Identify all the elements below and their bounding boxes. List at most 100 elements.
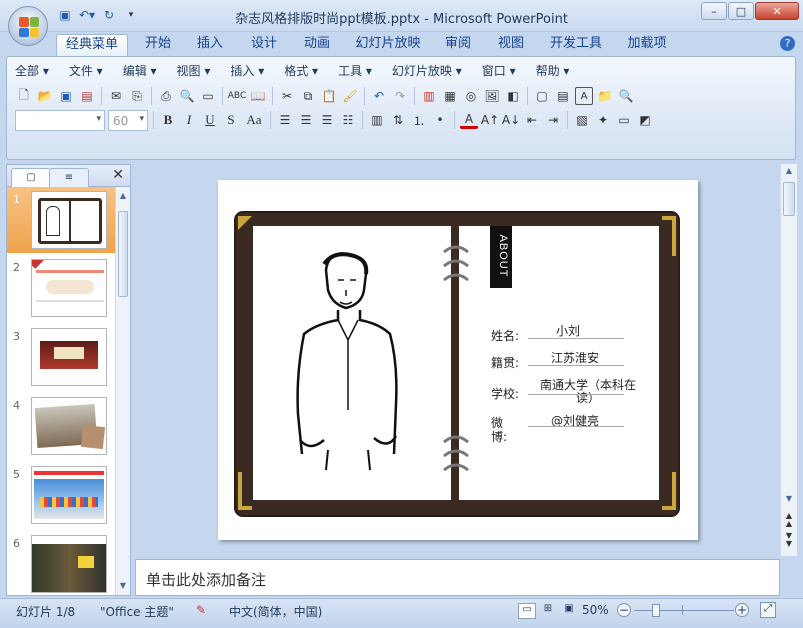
menu-edit[interactable]: 编辑 ▾ [123,62,157,79]
scroll-up-icon[interactable]: ▲ [116,189,130,203]
minimize-button[interactable]: – [701,2,727,20]
outline-tab[interactable]: ≡ [49,168,89,187]
slide-scrollbar[interactable]: ▲ ▼ ▲ ▲ ▼ ▼ [780,164,797,556]
research-icon[interactable]: 📖 [249,87,267,105]
insert-clipart-icon[interactable]: ◎ [462,87,480,105]
save-icon[interactable]: ▣ [57,87,75,105]
tab-animation[interactable]: 动画 [297,34,337,56]
office-button[interactable] [8,6,48,46]
justify-icon[interactable]: ☷ [339,111,357,129]
pane-close-icon[interactable]: ✕ [112,167,124,183]
textbox-icon[interactable]: A [575,87,593,105]
zoom-in-button[interactable]: + [735,603,749,617]
slide-layout-icon[interactable]: ▭ [199,87,217,105]
increase-indent-icon[interactable]: ⇥ [544,111,562,129]
numbering-icon[interactable]: ⒈ [410,111,428,129]
fit-to-window-icon[interactable]: ⤢ [760,602,776,618]
permission-icon[interactable]: ▤ [78,87,96,105]
language-indicator[interactable]: 中文(简体，中国) [229,603,322,620]
folder-icon[interactable]: 📁 [596,87,614,105]
menu-all[interactable]: 全部 ▾ [15,62,49,79]
grow-font-icon[interactable]: A↑ [481,111,499,129]
slide-thumbnail[interactable]: 1 [7,187,115,253]
zoom-level[interactable]: 50% [582,603,609,617]
font-name-combo[interactable] [15,109,105,131]
italic-button[interactable]: I [180,111,198,129]
shrink-font-icon[interactable]: A↓ [502,111,520,129]
menu-window[interactable]: 窗口 ▾ [482,62,516,79]
spelling-icon[interactable]: ABC [228,87,246,105]
slide-thumbnail[interactable]: 4 [7,393,115,459]
fill-color-icon[interactable]: ◩ [636,111,654,129]
color-grayscale-icon[interactable]: ◧ [504,87,522,105]
menu-view[interactable]: 视图 ▾ [177,62,211,79]
align-center-icon[interactable]: ☰ [297,111,315,129]
insert-picture-icon[interactable]: 🖼 [483,87,501,105]
tab-review[interactable]: 审阅 [438,34,478,56]
print-preview-icon[interactable]: 🔍 [178,87,196,105]
slide-canvas[interactable]: ABOUT 姓名: 小刘 籍贯: 江苏淮安 学校: 南通大学（本科在读） 微博:… [218,180,698,540]
change-case-button[interactable]: Aa [243,111,265,129]
menu-format[interactable]: 格式 ▾ [284,62,318,79]
columns-icon[interactable]: ▥ [368,111,386,129]
new-slide-format-icon[interactable]: ▭ [615,111,633,129]
scroll-up-icon[interactable]: ▲ [782,166,796,175]
cut-icon[interactable]: ✂ [278,87,296,105]
slide-thumbnail[interactable]: 5 [7,462,115,528]
close-button[interactable]: ✕ [755,2,799,20]
zoom-slider-handle[interactable] [652,604,660,617]
send-icon[interactable]: ✉ [107,87,125,105]
underline-button[interactable]: U [201,111,219,129]
spell-check-icon[interactable]: ✎ [196,603,206,617]
align-left-icon[interactable]: ☰ [276,111,294,129]
thumbnail-scrollbar[interactable]: ▲ ▼ [115,187,130,595]
theme-name[interactable]: "Office 主题" [100,603,174,620]
align-right-icon[interactable]: ☰ [318,111,336,129]
menu-tools[interactable]: 工具 ▾ [338,62,372,79]
slide-thumbnail[interactable]: 6 [7,531,115,595]
open-icon[interactable]: 📂 [36,87,54,105]
publish-icon[interactable]: ⎘ [128,87,146,105]
slide-thumbnail[interactable]: 2 [7,255,115,321]
help-icon[interactable]: ? [780,36,795,51]
insert-chart-icon[interactable]: ▥ [420,87,438,105]
redo-icon[interactable]: ↷ [391,87,409,105]
decrease-indent-icon[interactable]: ⇤ [523,111,541,129]
slide-thumbnail[interactable]: 3 [7,324,115,390]
format-painter-icon[interactable]: 🖌 [341,87,359,105]
design-icon[interactable]: ▧ [573,111,591,129]
next-slide-icon[interactable]: ▼ ▼ [782,532,796,548]
slideshow-view-icon[interactable]: ▣ [560,603,578,619]
menu-insert[interactable]: 插入 ▾ [230,62,264,79]
menu-help[interactable]: 帮助 ▾ [536,62,570,79]
scroll-down-icon[interactable]: ▼ [782,494,796,503]
find-icon[interactable]: 🔍 [617,87,635,105]
scroll-thumb[interactable] [783,182,795,216]
new-slide-icon[interactable]: ▢ [533,87,551,105]
bold-button[interactable]: B [159,111,177,129]
animation-icon[interactable]: ✦ [594,111,612,129]
tab-classic-menu[interactable]: 经典菜单 [56,34,128,56]
menu-file[interactable]: 文件 ▾ [69,62,103,79]
tab-addins[interactable]: 加载项 [623,34,671,56]
font-color-icon[interactable]: A [460,111,478,129]
bullets-icon[interactable]: • [431,111,449,129]
scroll-down-icon[interactable]: ▼ [116,579,130,593]
maximize-button[interactable]: □ [728,2,754,20]
slide-sorter-icon[interactable]: ⊞ [539,603,557,619]
scroll-thumb[interactable] [118,211,128,297]
tab-insert[interactable]: 插入 [190,34,230,56]
layout-icon[interactable]: ▤ [554,87,572,105]
zoom-out-button[interactable]: − [617,603,631,617]
paste-icon[interactable]: 📋 [320,87,338,105]
copy-icon[interactable]: ⧉ [299,87,317,105]
insert-table-icon[interactable]: ▦ [441,87,459,105]
new-icon[interactable]: 🗋 [15,87,33,105]
zoom-slider-track[interactable] [634,610,734,611]
font-size-combo[interactable]: 60 [108,109,148,131]
menu-slideshow[interactable]: 幻灯片放映 ▾ [392,62,462,79]
previous-slide-icon[interactable]: ▲ ▲ [782,512,796,528]
tab-home[interactable]: 开始 [138,34,178,56]
tab-slideshow[interactable]: 幻灯片放映 [352,34,424,56]
slides-tab[interactable]: ▢ [11,168,51,187]
